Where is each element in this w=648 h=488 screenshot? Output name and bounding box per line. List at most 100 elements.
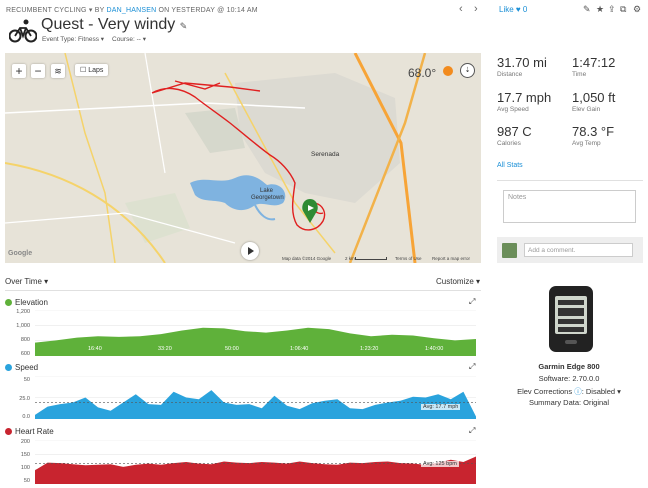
device-screen bbox=[555, 296, 587, 334]
speed-average-label: Avg: 17.7 mph bbox=[421, 404, 461, 410]
heart-rate-chart[interactable] bbox=[35, 440, 476, 484]
stat-value: 17.7 mph bbox=[497, 90, 552, 105]
customize-select[interactable]: Customize ▾ bbox=[436, 277, 480, 286]
like-button[interactable]: Like ♥ 0 bbox=[499, 5, 527, 14]
star-icon[interactable]: ★ bbox=[596, 4, 604, 15]
elev-corrections-label: Elev Corrections bbox=[517, 387, 573, 396]
x-tick-label: 50:00 bbox=[225, 346, 239, 352]
chevron-down-icon: ▾ bbox=[44, 277, 49, 286]
report-map-error-link[interactable]: Report a map error bbox=[432, 256, 470, 261]
stat-value: 987 C bbox=[497, 124, 532, 139]
chevron-down-icon[interactable]: ▾ bbox=[617, 387, 621, 396]
chevron-down-icon: ▾ bbox=[476, 277, 481, 286]
edit-icon[interactable]: ✎ bbox=[583, 4, 591, 15]
over-time-select[interactable]: Over Time ▾ bbox=[5, 277, 48, 286]
laps-toggle[interactable]: ☐ Laps bbox=[75, 64, 109, 76]
stat-value: 78.3 °F bbox=[572, 124, 615, 139]
stat-label: Distance bbox=[497, 71, 523, 78]
map-temperature: 68.0° bbox=[408, 66, 437, 80]
map-canvas[interactable] bbox=[5, 53, 481, 263]
y-tick-label: 100 bbox=[20, 465, 30, 471]
heart-rate-dot-icon bbox=[5, 428, 12, 435]
info-icon[interactable]: ⓘ bbox=[574, 387, 582, 396]
device-software: Software: 2.70.0.0 bbox=[538, 374, 600, 383]
y-tick-label: 1,000 bbox=[16, 323, 30, 329]
x-tick-label: 1:40:00 bbox=[425, 346, 444, 352]
share-icon[interactable]: ⇪ bbox=[608, 4, 616, 15]
device-screen-row bbox=[558, 300, 584, 305]
elev-corrections-status[interactable]: : Disabled bbox=[582, 387, 615, 396]
stat-elev-gain: 1,050 ft Elev Gain bbox=[572, 90, 642, 113]
event-type-select[interactable]: Event Type: Fitness ▾ bbox=[42, 35, 104, 43]
layers-icon[interactable]: ≋ bbox=[51, 64, 65, 78]
over-time-label: Over Time bbox=[5, 277, 42, 286]
stat-label: Avg Temp bbox=[572, 140, 601, 147]
breadcrumb: RECUMBENT CYCLING ▾ BY DAN_HANSEN ON YES… bbox=[6, 6, 258, 14]
y-tick-label: 150 bbox=[20, 452, 30, 458]
laps-checkbox[interactable]: ☐ bbox=[80, 67, 86, 74]
x-tick-label: 1:06:40 bbox=[290, 346, 309, 352]
summary-data: Summary Data: Original bbox=[528, 398, 610, 407]
map-scale-label: 2 km bbox=[345, 256, 355, 261]
device-screen-row bbox=[558, 308, 584, 316]
stat-value: 31.70 mi bbox=[497, 55, 547, 70]
pencil-icon[interactable]: ✎ bbox=[180, 21, 188, 31]
chevron-down-icon[interactable]: ▾ bbox=[89, 7, 93, 14]
export-icon[interactable]: ⧉ bbox=[620, 4, 626, 15]
breadcrumb-by: BY bbox=[94, 7, 105, 14]
breadcrumb-user-link[interactable]: DAN_HANSEN bbox=[106, 7, 156, 14]
map-scale-bar bbox=[355, 257, 387, 260]
heart-rate-area bbox=[35, 456, 476, 484]
elev-corrections: Elev Corrections ⓘ: Disabled ▾ bbox=[499, 386, 639, 397]
heart-icon: ♥ bbox=[515, 5, 521, 14]
stat-value: 1:47:12 bbox=[572, 55, 616, 70]
device-image bbox=[549, 286, 593, 352]
google-logo: Google bbox=[8, 250, 33, 257]
route-map[interactable]: + − ≋ ☐ Laps 68.0° ⇣ Serenada Lake Georg… bbox=[5, 53, 481, 263]
like-label: Like bbox=[499, 5, 514, 14]
expand-icon[interactable]: ⤢ bbox=[469, 362, 475, 372]
course-select[interactable]: Course: -- ▾ bbox=[112, 35, 146, 43]
laps-label: Laps bbox=[88, 67, 104, 74]
stat-label: Calories bbox=[497, 140, 521, 147]
event-type-label: Event Type: Fitness bbox=[42, 36, 99, 43]
stat-label: Time bbox=[572, 71, 587, 78]
zoom-in-button[interactable]: + bbox=[12, 64, 26, 78]
y-tick-label: 25.0 bbox=[19, 396, 30, 402]
divider bbox=[5, 290, 481, 291]
x-tick-label: 33:20 bbox=[158, 346, 172, 352]
zoom-out-button[interactable]: − bbox=[31, 64, 45, 78]
play-icon bbox=[248, 247, 254, 255]
device-button bbox=[565, 340, 577, 344]
chevron-down-icon: ▾ bbox=[100, 36, 105, 43]
wind-direction-icon[interactable]: ⇣ bbox=[460, 63, 475, 78]
previous-activity-icon[interactable]: ‹ bbox=[459, 3, 463, 15]
notes-field[interactable]: Notes bbox=[503, 190, 636, 223]
terms-of-use-link[interactable]: Terms of Use bbox=[395, 256, 422, 261]
comment-input[interactable]: Add a comment. bbox=[524, 243, 633, 257]
x-tick-label: 16:40 bbox=[88, 346, 102, 352]
course-label: Course: -- bbox=[112, 36, 141, 43]
heart-rate-average-label: Avg: 125 bpm bbox=[421, 461, 459, 467]
speed-dot-icon bbox=[5, 364, 12, 371]
y-tick-label: 50 bbox=[23, 478, 30, 484]
play-route-button[interactable] bbox=[241, 242, 259, 260]
speed-chart[interactable] bbox=[35, 376, 476, 419]
all-stats-link[interactable]: All Stats bbox=[497, 162, 523, 169]
expand-icon[interactable]: ⤢ bbox=[469, 426, 475, 436]
activity-title[interactable]: Quest - Very windy ✎ bbox=[41, 16, 187, 34]
divider bbox=[497, 180, 643, 181]
y-tick-label: 200 bbox=[20, 439, 30, 445]
speed-title-text: Speed bbox=[15, 363, 39, 372]
next-activity-icon[interactable]: › bbox=[474, 3, 478, 15]
stat-calories: 987 C Calories bbox=[497, 124, 567, 147]
expand-icon[interactable]: ⤢ bbox=[469, 297, 475, 307]
breadcrumb-activity-type[interactable]: RECUMBENT CYCLING bbox=[6, 7, 87, 14]
device-screen-row bbox=[558, 327, 584, 332]
avatar bbox=[502, 243, 517, 258]
stat-distance: 31.70 mi Distance bbox=[497, 55, 567, 78]
stat-label: Elev Gain bbox=[572, 106, 601, 113]
y-tick-label: 800 bbox=[20, 337, 30, 343]
gear-icon[interactable]: ⚙ bbox=[633, 4, 641, 15]
y-tick-label: 50 bbox=[23, 377, 30, 383]
